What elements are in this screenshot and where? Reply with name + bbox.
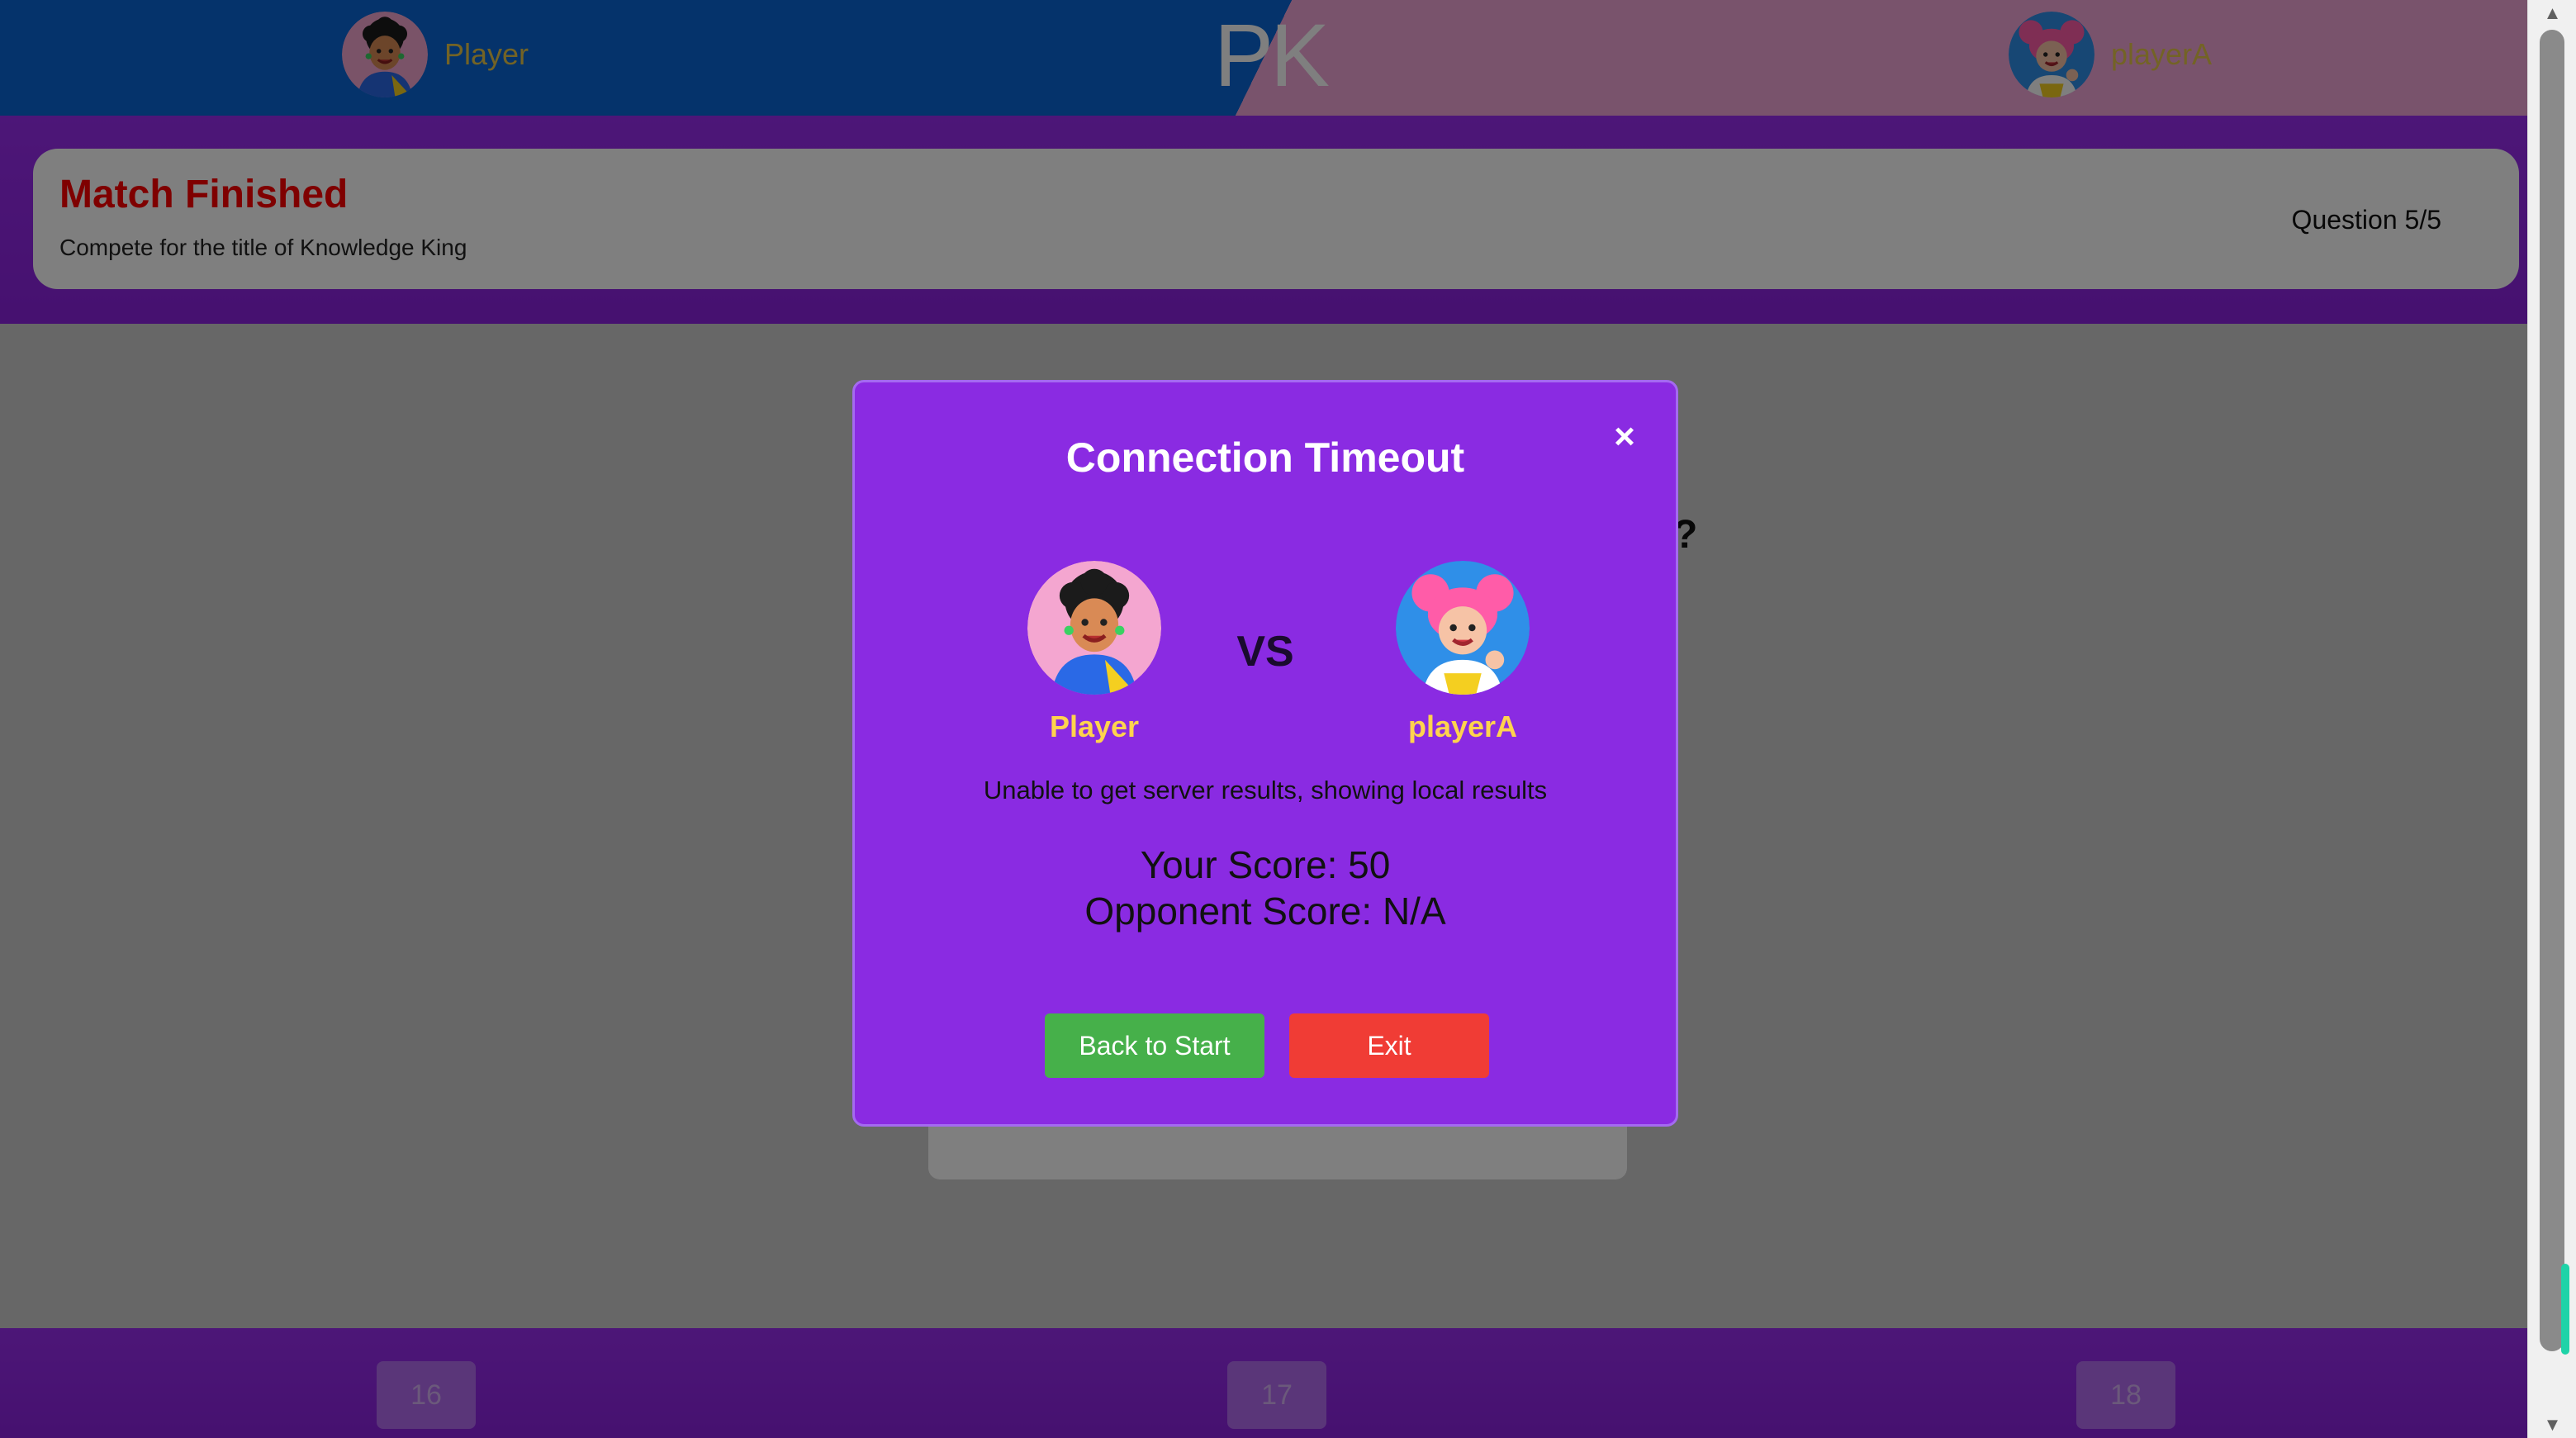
exit-button[interactable]: Exit xyxy=(1289,1013,1489,1078)
vs-player-name: Player xyxy=(1049,710,1140,743)
score-block: Your Score: 50 Opponent Score: N/A xyxy=(855,842,1676,934)
back-to-start-button[interactable]: Back to Start xyxy=(1045,1013,1264,1078)
close-icon[interactable]: × xyxy=(1606,419,1643,455)
your-score: Your Score: 50 xyxy=(1140,843,1391,886)
result-modal: Connection Timeout × Player VS playerA U… xyxy=(852,380,1678,1127)
page-scrollbar[interactable]: ▲ ▼ xyxy=(2527,0,2576,1438)
scroll-thumb[interactable] xyxy=(2540,30,2564,1351)
modal-message: Unable to get server results, showing lo… xyxy=(983,776,1548,804)
opponent-avatar-icon xyxy=(1396,561,1530,695)
opponent-score: Opponent Score: N/A xyxy=(1084,890,1446,933)
vs-opponent-name: playerA xyxy=(1407,710,1518,743)
scroll-accent-bar xyxy=(2561,1264,2569,1355)
modal-title: Connection Timeout xyxy=(1065,434,1465,481)
scroll-down-icon[interactable]: ▼ xyxy=(2528,1412,2576,1438)
vs-player-opponent: playerA xyxy=(1347,561,1578,744)
scroll-up-icon[interactable]: ▲ xyxy=(2528,0,2576,26)
